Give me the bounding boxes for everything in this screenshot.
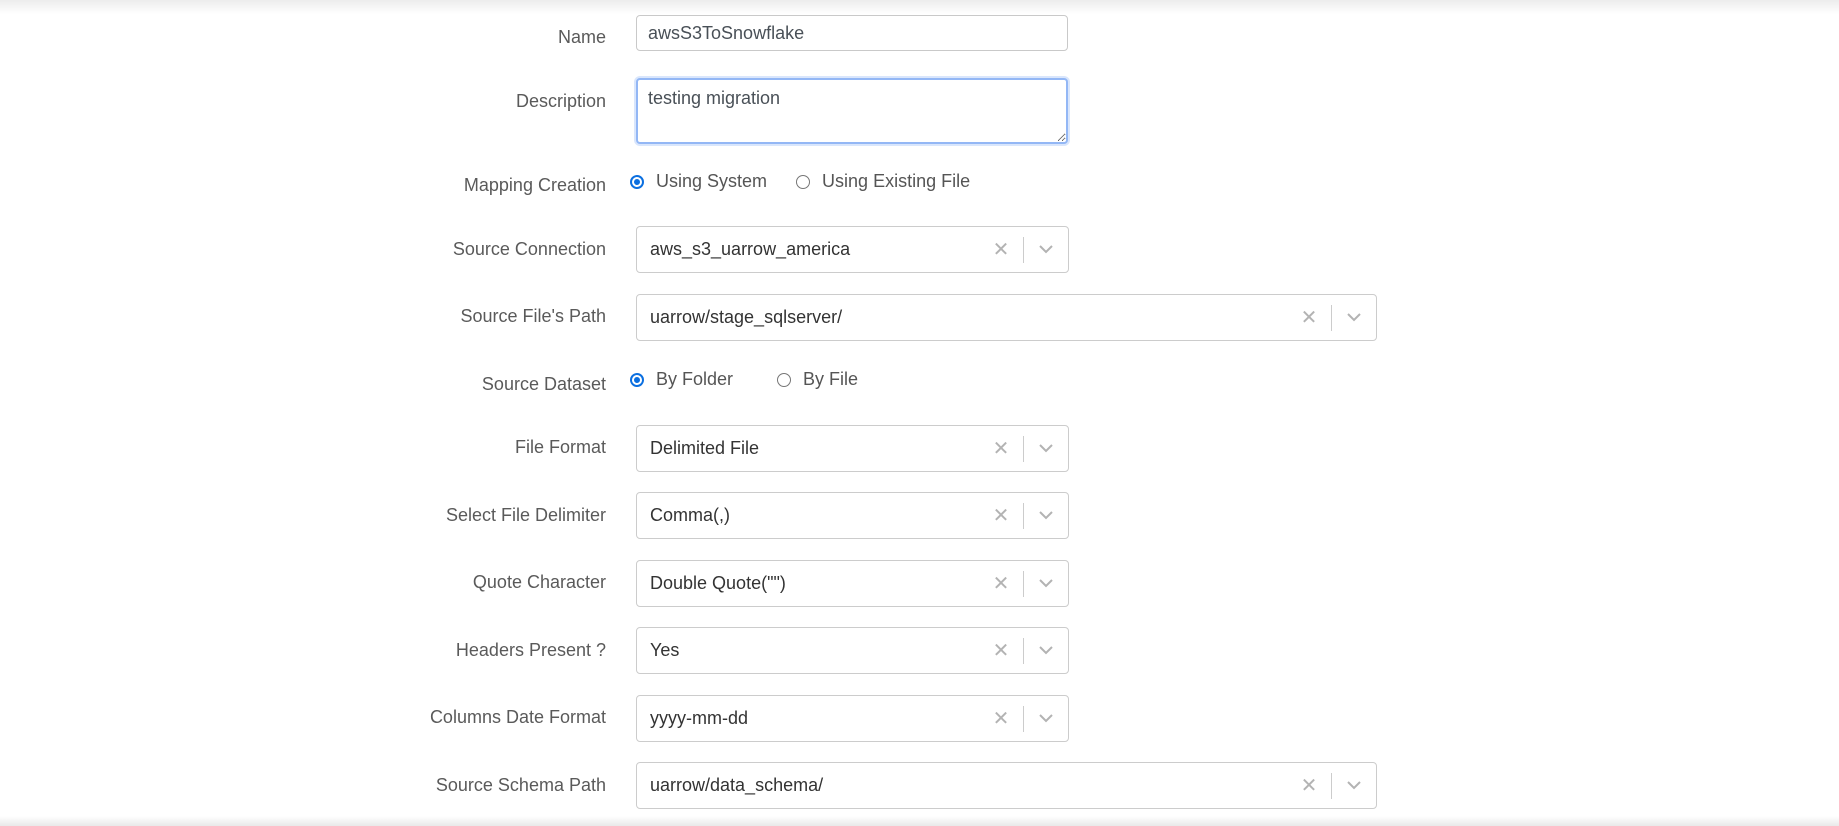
clear-x-icon[interactable]: ✕: [1287, 763, 1331, 808]
chevron-down-icon[interactable]: [1024, 561, 1068, 606]
chevron-down-icon[interactable]: [1332, 763, 1376, 808]
quote-character-label: Quote Character: [472, 572, 606, 592]
clear-x-icon[interactable]: ✕: [979, 561, 1023, 606]
source-connection-label: Source Connection: [452, 239, 606, 259]
bottom-shadow: [0, 816, 1839, 826]
file-delimiter-label: Select File Delimiter: [445, 505, 606, 525]
chevron-down-icon[interactable]: [1024, 227, 1068, 272]
clear-x-icon[interactable]: ✕: [1287, 295, 1331, 340]
chevron-down-icon[interactable]: [1024, 426, 1068, 471]
source-schema-path-label: Source Schema Path: [435, 775, 606, 795]
quote-character-select[interactable]: Double Quote("") ✕: [636, 560, 1069, 607]
top-shadow: [0, 0, 1839, 14]
chevron-down-icon[interactable]: [1024, 628, 1068, 673]
columns-date-format-value: yyyy-mm-dd: [650, 708, 748, 728]
headers-present-value: Yes: [650, 640, 680, 660]
description-textarea[interactable]: testing migration: [636, 78, 1068, 144]
quote-character-value: Double Quote(""): [650, 573, 786, 593]
headers-present-select[interactable]: Yes ✕: [636, 627, 1069, 674]
source-dataset-label: Source Dataset: [481, 374, 606, 394]
source-file-path-select[interactable]: uarrow/stage_sqlserver/ ✕: [636, 294, 1377, 341]
clear-x-icon[interactable]: ✕: [979, 426, 1023, 471]
source-file-path-label: Source File's Path: [460, 306, 606, 326]
mapping-option-using-system-label: Using System: [656, 171, 768, 191]
file-delimiter-value: Comma(,): [650, 505, 730, 525]
source-connection-value: aws_s3_uarrow_america: [650, 239, 851, 259]
name-input[interactable]: [636, 15, 1068, 51]
columns-date-format-label: Columns Date Format: [429, 707, 606, 727]
dataset-option-by-folder-label: By Folder: [656, 369, 734, 389]
source-dataset-radio-group: By Folder By File: [630, 369, 858, 390]
headers-present-label: Headers Present ?: [455, 640, 606, 660]
file-format-select[interactable]: Delimited File ✕: [636, 425, 1069, 472]
dataset-option-by-folder[interactable]: By Folder: [630, 369, 733, 390]
dataset-option-by-file-label: By File: [803, 369, 859, 389]
radio-using-system[interactable]: [630, 174, 644, 189]
name-label: Name: [557, 27, 606, 47]
source-connection-select[interactable]: aws_s3_uarrow_america ✕: [636, 226, 1069, 273]
mapping-option-using-system[interactable]: Using System: [630, 171, 767, 192]
clear-x-icon[interactable]: ✕: [979, 227, 1023, 272]
file-format-label: File Format: [514, 437, 606, 457]
clear-x-icon[interactable]: ✕: [979, 493, 1023, 538]
chevron-down-icon[interactable]: [1024, 696, 1068, 741]
chevron-down-icon[interactable]: [1024, 493, 1068, 538]
file-delimiter-select[interactable]: Comma(,) ✕: [636, 492, 1069, 539]
mapping-option-using-existing-file[interactable]: Using Existing File: [796, 171, 970, 192]
radio-by-file[interactable]: [777, 372, 792, 387]
mapping-option-using-existing-file-label: Using Existing File: [822, 171, 971, 191]
radio-by-folder[interactable]: [630, 372, 644, 387]
source-schema-path-select[interactable]: uarrow/data_schema/ ✕: [636, 762, 1377, 809]
mapping-creation-label: Mapping Creation: [463, 175, 606, 195]
description-label: Description: [515, 91, 606, 111]
source-file-path-value: uarrow/stage_sqlserver/: [650, 307, 843, 327]
clear-x-icon[interactable]: ✕: [979, 628, 1023, 673]
source-schema-path-value: uarrow/data_schema/: [650, 775, 824, 795]
file-format-value: Delimited File: [650, 438, 760, 458]
chevron-down-icon[interactable]: [1332, 295, 1376, 340]
clear-x-icon[interactable]: ✕: [979, 696, 1023, 741]
mapping-creation-radio-group: Using System Using Existing File: [630, 171, 970, 192]
dataset-option-by-file[interactable]: By File: [777, 369, 858, 390]
radio-using-existing-file[interactable]: [796, 174, 811, 189]
columns-date-format-select[interactable]: yyyy-mm-dd ✕: [636, 695, 1069, 742]
